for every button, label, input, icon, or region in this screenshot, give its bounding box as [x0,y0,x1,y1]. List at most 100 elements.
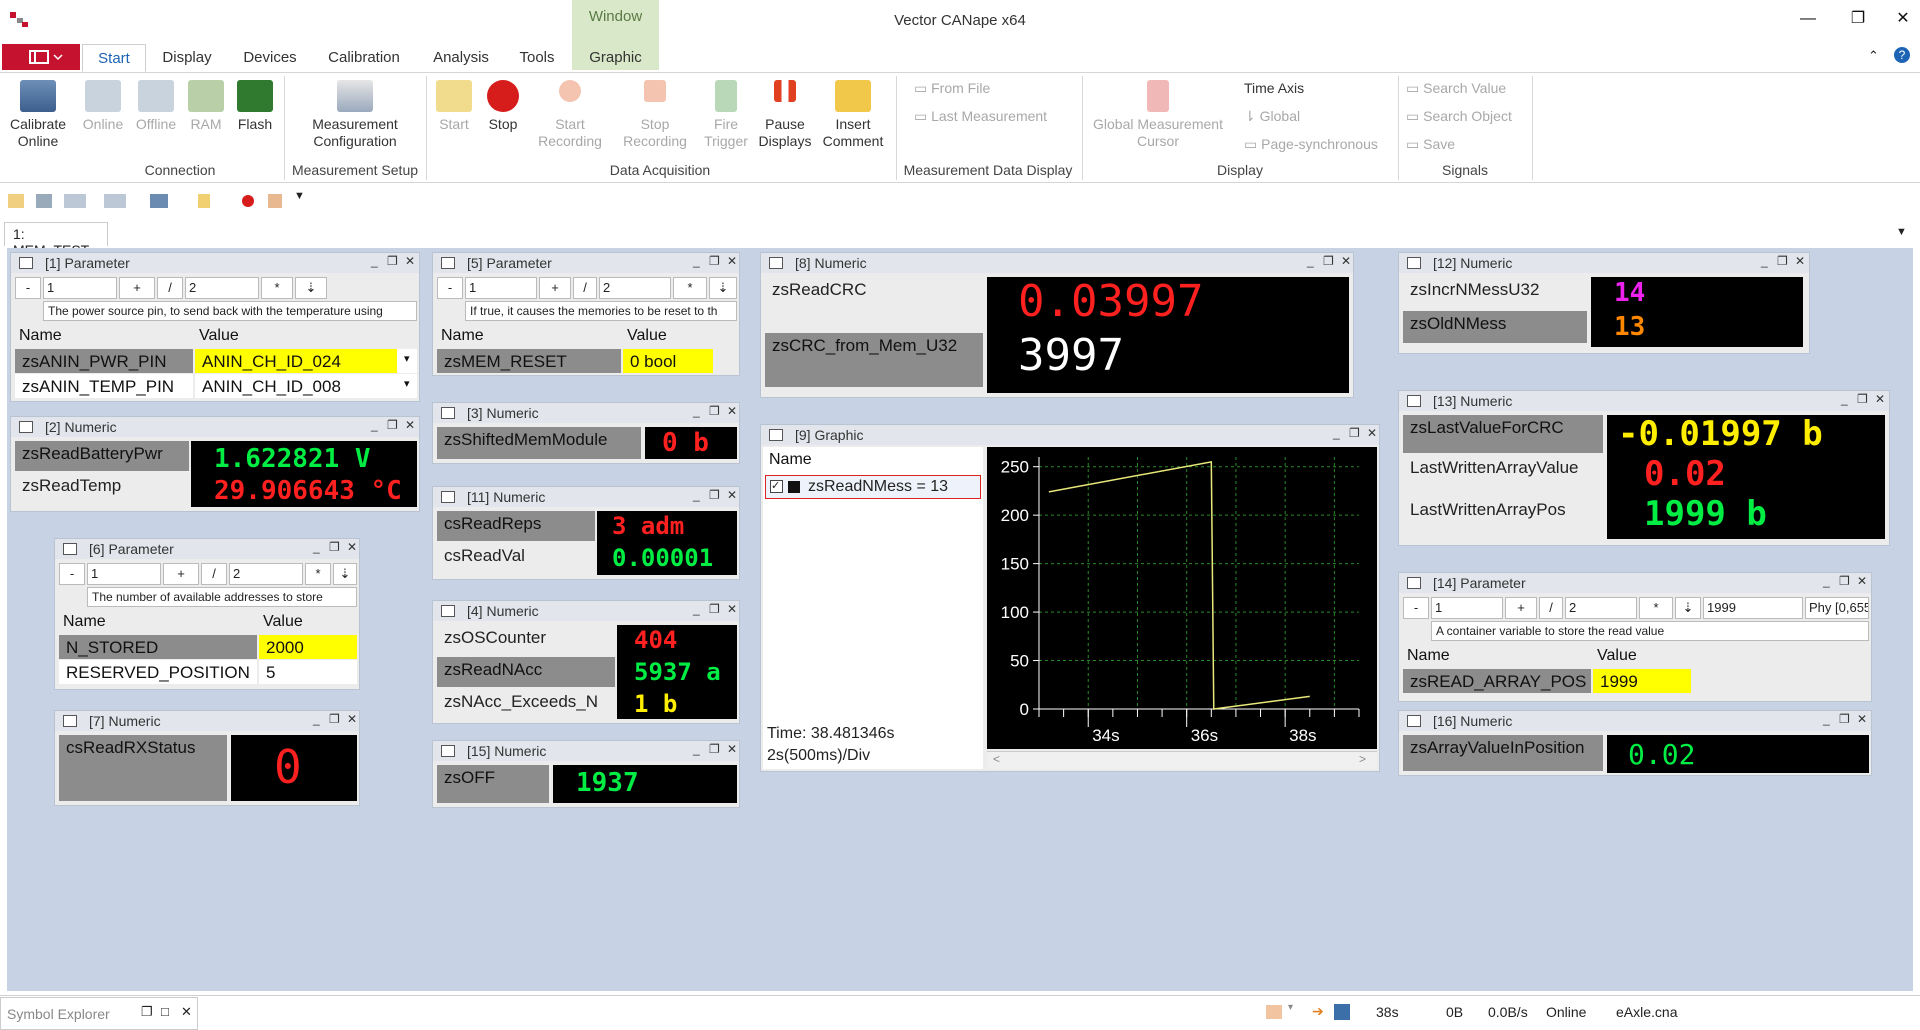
step-field[interactable]: 1 [1431,597,1503,619]
signal-name[interactable]: csReadRXStatus [59,735,227,801]
minimize-icon[interactable]: _ [313,712,320,726]
collapse-ribbon-icon[interactable]: ⌃ [1868,48,1879,64]
connect-icon[interactable] [64,194,86,208]
window-3-numeric[interactable]: [3] Numeric _ ❐ ✕ zsShiftedMemModule 0 b [432,402,740,464]
value-input[interactable]: 1999 [1703,597,1803,619]
start-recording-button[interactable]: Start Recording [530,80,610,150]
window-12-numeric[interactable]: [12] Numeric _ ❐ ✕ zsIncrNMessU32 zsOldNMes… [1398,252,1810,354]
minimize-icon[interactable]: _ [1333,426,1340,440]
signal-name[interactable]: csReadVal [437,543,595,573]
plus-button[interactable]: + [1505,597,1537,619]
minimize-icon[interactable]: _ [1761,254,1768,268]
chevron-down-icon[interactable]: ▾ [397,349,417,373]
multiply-button[interactable]: * [673,277,707,299]
window-title-bar[interactable]: [13] Numeric _ ❐ ✕ [1399,391,1889,411]
parameter-value[interactable]: ANIN_CH_ID_024 [195,349,397,373]
ram-button[interactable]: RAM [184,80,228,133]
stop-button[interactable]: Stop [482,80,524,133]
window-7-numeric[interactable]: [7] Numeric _ ❐ ✕ csReadRXStatus 0 [54,710,360,806]
plus-button[interactable]: + [539,277,571,299]
tab-graphic[interactable]: Graphic [572,44,659,72]
minimize-icon[interactable]: _ [693,602,700,616]
close-icon[interactable]: ✕ [727,254,737,268]
minimize-icon[interactable]: _ [1307,254,1314,268]
signal-list-item[interactable]: ✓ zsReadNMess = 13 [765,475,981,499]
start-button[interactable]: Start [432,80,476,133]
window-1-parameter[interactable]: [1] Parameter _ ❐ ✕ - 1 + / 2 * ⇣ The power… [10,252,420,402]
set-value-icon[interactable]: ⇣ [295,277,327,299]
window-title-bar[interactable]: [14] Parameter _ ❐ ✕ [1399,573,1871,593]
save-icon[interactable] [36,194,52,208]
divide-button[interactable]: / [1539,597,1563,619]
minimize-icon[interactable]: _ [693,404,700,418]
close-icon[interactable]: ✕ [181,1004,192,1020]
measurement-configuration-button[interactable]: Measurement Configuration [298,80,412,150]
parameter-value[interactable]: ANIN_CH_ID_008 [195,374,397,398]
minimize-icon[interactable]: _ [693,254,700,268]
restore-icon[interactable]: ❐ [329,540,340,554]
graphic-plot[interactable]: 250 200 150 100 50 0 34s 36s 38s [987,447,1377,749]
plus-button[interactable]: + [119,277,155,299]
close-icon[interactable]: ✕ [1885,6,1920,32]
close-icon[interactable]: ✕ [405,418,415,432]
restore-icon[interactable]: ❐ [1349,426,1360,440]
parameter-name[interactable]: zsANIN_TEMP_PIN [15,374,193,398]
window-title-bar[interactable]: [9] Graphic _ ❐ ✕ [761,425,1379,445]
multiply-button[interactable]: * [305,563,331,585]
signal-name[interactable]: csReadReps [437,511,595,541]
scroll-left-icon[interactable]: < [993,752,1000,766]
factor-field[interactable]: 2 [599,277,671,299]
factor-field[interactable]: 2 [1565,597,1637,619]
page-synchronous-button[interactable]: ▭ Page-synchronous [1244,136,1378,153]
parameter-name[interactable]: N_STORED [59,635,257,659]
float-icon[interactable]: ❐ [141,1004,153,1020]
window-title-bar[interactable]: [12] Numeric _ ❐ ✕ [1399,253,1809,273]
restore-icon[interactable]: ❐ [1857,392,1868,406]
signal-name[interactable]: zsOSCounter [437,625,615,655]
window-title-bar[interactable]: [2] Numeric _ ❐ ✕ [11,417,419,437]
minimize-icon[interactable]: _ [313,540,320,554]
signal-name[interactable]: zsReadCRC [765,277,983,331]
minimize-icon[interactable]: _ [371,254,378,268]
search-value-button[interactable]: ▭ Search Value [1406,80,1506,97]
minimize-icon[interactable]: — [1790,6,1826,32]
divide-button[interactable]: / [201,563,227,585]
chevron-down-icon[interactable]: ▾ [397,374,417,398]
chevron-down-icon[interactable]: ▾ [1288,1002,1293,1013]
minimize-icon[interactable]: _ [1823,574,1830,588]
window-14-parameter[interactable]: [14] Parameter _ ❐ ✕ - 1 + / 2 * ⇣ 1999 Phy… [1398,572,1872,702]
window-8-numeric[interactable]: [8] Numeric _ ❐ ✕ zsReadCRC zsCRC_from_Mem_… [760,252,1354,398]
stop-recording-button[interactable]: Stop Recording [614,80,696,150]
restore-icon[interactable]: ❐ [387,418,398,432]
restore-icon[interactable]: ❐ [1839,574,1850,588]
minimize-icon[interactable]: _ [1823,712,1830,726]
window-4-numeric[interactable]: [4] Numeric _ ❐ ✕ zsOSCounter zsReadNAcc zs… [432,600,740,724]
signal-name[interactable]: zsIncrNMessU32 [1403,277,1587,309]
set-value-icon[interactable]: ⇣ [333,563,357,585]
restore-icon[interactable]: ❐ [709,742,720,756]
minimize-icon[interactable]: _ [1841,392,1848,406]
tab-calibration[interactable]: Calibration [318,44,410,72]
signal-name[interactable]: zsLastValueForCRC [1403,415,1603,453]
minimize-icon[interactable]: _ [693,742,700,756]
offline-button[interactable]: Offline [130,80,182,133]
signal-name[interactable]: zsReadBatteryPwr [15,441,189,471]
close-icon[interactable]: ✕ [1857,574,1867,588]
lightning-icon[interactable] [198,194,210,208]
window-title-bar[interactable]: [15] Numeric _ ❐ ✕ [433,741,739,761]
signal-name[interactable]: zsOldNMess [1403,311,1587,343]
search-object-button[interactable]: ▭ Search Object [1406,108,1512,125]
window-title-bar[interactable]: [1] Parameter _ ❐ ✕ [11,253,419,273]
tab-analysis[interactable]: Analysis [424,44,498,72]
parameter-name[interactable]: zsANIN_PWR_PIN [15,349,193,373]
parameter-value[interactable]: 0 bool [623,349,713,373]
restore-icon[interactable]: ❐ [709,488,720,502]
minus-button[interactable]: - [437,277,463,299]
parameter-value[interactable]: 1999 [1593,669,1691,693]
minus-button[interactable]: - [1403,597,1429,619]
window-9-graphic[interactable]: [9] Graphic _ ❐ ✕ Name ✓ zsReadNMess = 13 T… [760,424,1380,772]
window-title-bar[interactable]: [4] Numeric _ ❐ ✕ [433,601,739,621]
signal-name[interactable]: zsOFF [437,765,549,803]
signal-name[interactable]: zsReadNAcc [437,657,615,687]
signal-name[interactable]: zsReadTemp [15,473,189,503]
